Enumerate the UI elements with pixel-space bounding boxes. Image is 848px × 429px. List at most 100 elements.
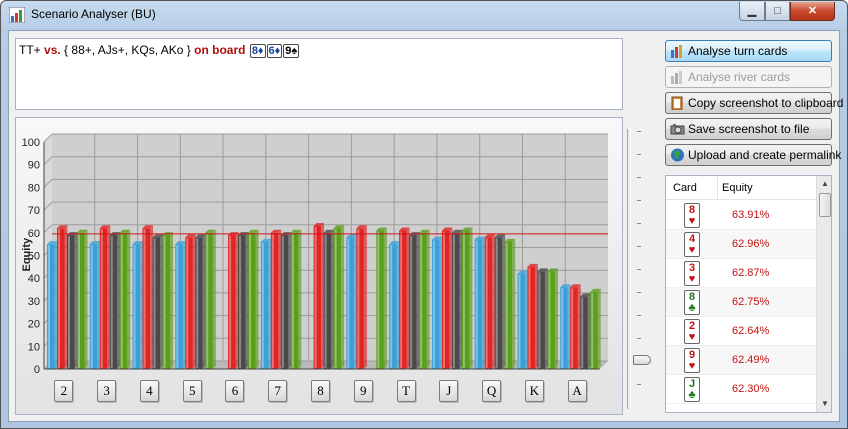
bar-side [363,225,367,369]
rank-button-7[interactable]: 7 [268,380,288,402]
chart-slider-thumb[interactable] [633,355,651,365]
turn-card-suit-icon: ♣ [688,302,696,314]
slider-tick [637,384,641,385]
chart-slider-track[interactable] [627,129,631,409]
bar-highlight [420,233,423,368]
slider-tick [637,315,641,316]
turn-card-equity: 62.64% [732,325,770,337]
bar-side [512,238,516,369]
board-card: 8♦ [249,44,266,58]
bar-highlight [176,245,179,368]
bar-side [127,229,131,369]
upload-permalink-button[interactable]: Upload and create permalink [665,144,841,166]
bar-highlight [432,240,435,368]
villain-range: { 88+, AJs+, KQs, AKo } [64,43,191,57]
scroll-up-arrow-icon[interactable]: ▲ [819,177,831,191]
table-row[interactable]: 2 ♥ 62.64% [666,317,816,346]
bar-highlight [120,233,123,368]
bar-highlight [334,229,337,368]
rank-button-A[interactable]: A [567,380,587,402]
table-row[interactable]: 8 ♣ 62.75% [666,288,816,317]
board-card: 6♦ [266,44,283,58]
bar-side [170,232,174,369]
rank-button-3[interactable]: 3 [97,380,117,402]
hero-range: TT+ [19,43,41,57]
rank-button-5[interactable]: 5 [182,380,202,402]
title-bar[interactable]: Scenario Analyser (BU) ▁ □ ✕ [1,1,847,29]
table-scrollbar[interactable]: ▲ ▼ [816,176,831,412]
rank-button-2[interactable]: 2 [54,380,74,402]
turn-card: 8 ♣ [684,290,700,315]
turn-card-suit-icon: ♥ [688,273,696,285]
close-button[interactable]: ✕ [790,2,835,21]
rank-button-K[interactable]: K [524,380,544,402]
bar-highlight [462,231,465,368]
column-header-card[interactable]: Card [673,182,697,194]
bar-highlight [485,238,488,368]
turn-card-equity: 62.75% [732,296,770,308]
scenario-text[interactable]: TT+ vs. { 88+, AJs+, KQs, AKo } on board… [15,38,623,110]
table-row[interactable]: 8 ♥ 63.91% [666,201,816,230]
copy-screenshot-button[interactable]: Copy screenshot to clipboard [665,92,843,114]
board-cards: 8♦ 6♦ 9♠ [249,43,300,58]
turn-card: J ♣ [684,377,700,402]
rank-button-6[interactable]: 6 [225,380,245,402]
minimize-button[interactable]: ▁ [739,2,765,21]
bar-highlight [548,272,551,368]
bar-highlight [90,245,93,368]
bar-highlight [495,238,498,368]
bar-highlight [528,267,531,368]
slider-tick [637,131,641,132]
bar-highlight [390,245,393,368]
table-row[interactable]: 3 ♥ 62.87% [666,259,816,288]
bar-side [426,229,430,369]
y-tick-label: 80 [28,182,40,194]
bar-highlight [229,236,232,368]
bar-highlight [143,229,146,368]
bar-highlight [357,229,360,368]
equity-chart-panel: 0 10 20 30 40 50 60 70 80 90 100 Equity [15,117,623,415]
rank-button-T[interactable]: T [396,380,416,402]
turn-card-equity: 62.49% [732,354,770,366]
bar-highlight [538,272,541,368]
bar-highlight [442,231,445,368]
analyse-turn-cards-button[interactable]: Analyse turn cards [665,40,832,62]
bar-chart-icon [671,45,682,58]
y-tick-label: 0 [34,364,40,376]
bar-highlight [100,229,103,368]
y-tick-label: 10 [28,341,40,353]
table-row[interactable]: J ♣ 62.30% [666,375,816,404]
bar-highlight [110,236,113,368]
y-tick-label: 90 [28,160,40,172]
bar-highlight [206,233,209,368]
scrollbar-thumb[interactable] [819,193,831,217]
camera-icon [670,124,685,135]
window-title: Scenario Analyser (BU) [31,7,156,21]
bar-side [255,229,259,369]
turn-card: 3 ♥ [684,261,700,286]
analyse-river-cards-button[interactable]: Analyse river cards [665,66,832,88]
bar-highlight [249,233,252,368]
column-header-equity[interactable]: Equity [722,182,753,194]
bar-side [84,229,88,369]
globe-icon [671,148,684,162]
table-row[interactable]: 9 ♥ 62.49% [666,346,816,375]
bar-highlight [163,236,166,368]
slider-tick [637,154,641,155]
y-tick-label: 100 [22,137,40,149]
scroll-down-arrow-icon[interactable]: ▼ [819,397,831,411]
rank-button-J[interactable]: J [439,380,459,402]
table-row[interactable]: 4 ♥ 62.96% [666,230,816,259]
maximize-button[interactable]: □ [765,2,790,21]
turn-card-equity: 63.91% [732,209,770,221]
rank-button-8[interactable]: 8 [311,380,330,402]
turn-card-suit-icon: ♣ [688,389,696,401]
rank-button-9[interactable]: 9 [353,380,373,402]
bar-highlight [314,226,317,368]
save-screenshot-button[interactable]: Save screenshot to file [665,118,832,140]
rank-button-4[interactable]: 4 [139,380,159,402]
turn-card-equity: 62.30% [732,383,770,395]
equity-bar-chart: 0102030405060708090100Equity [21,133,608,376]
rank-button-Q[interactable]: Q [482,380,502,402]
bar-highlight [410,236,413,368]
